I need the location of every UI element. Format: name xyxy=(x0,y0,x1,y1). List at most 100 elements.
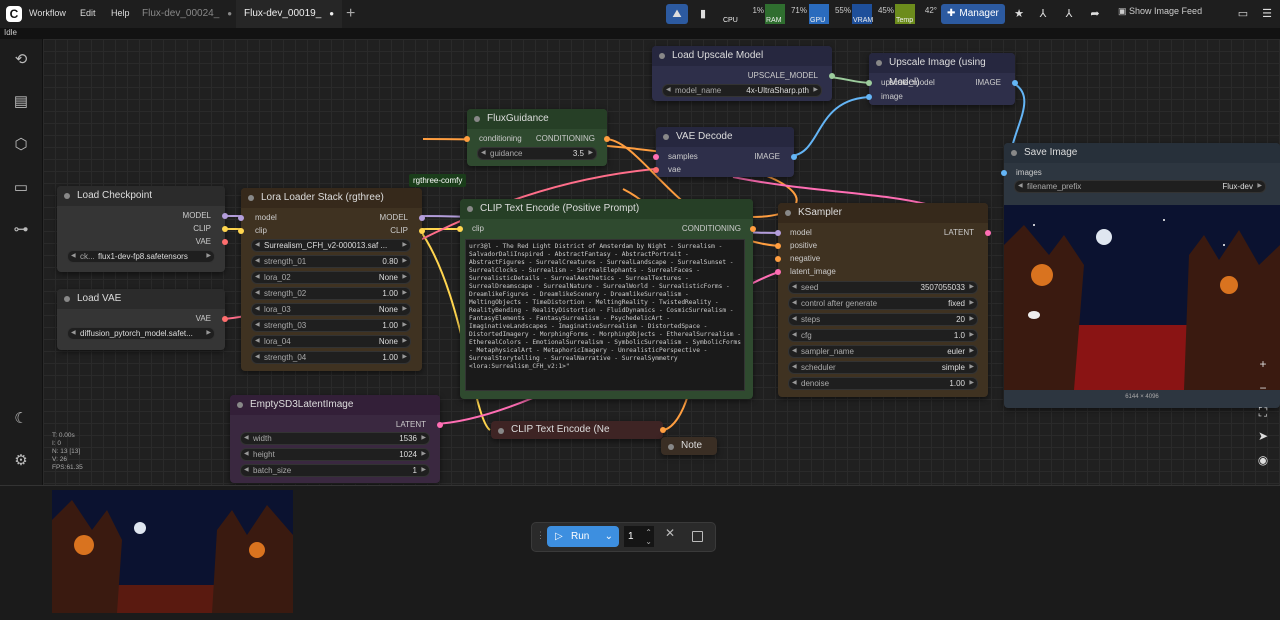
node-vae-decode[interactable]: VAE Decode samples vae IMAGE xyxy=(653,127,797,177)
input-samples-socket[interactable] xyxy=(653,154,659,160)
fit-view-icon[interactable]: ⛶ xyxy=(1251,400,1275,424)
input-images-socket[interactable] xyxy=(1001,170,1007,176)
input-upscale-model-socket[interactable] xyxy=(866,80,872,86)
node-load-upscale-model[interactable]: Load Upscale Model UPSCALE_MODEL model_n… xyxy=(652,46,835,101)
output-latent-socket[interactable] xyxy=(985,230,991,236)
share-icon[interactable]: ➦ xyxy=(1084,4,1106,24)
output-upscale-model-socket[interactable] xyxy=(829,73,835,79)
manager-button[interactable]: ✚ Manager xyxy=(941,4,1005,24)
output-model-socket[interactable] xyxy=(419,215,425,221)
menu-edit[interactable]: Edit xyxy=(80,8,96,18)
output-latent-socket[interactable] xyxy=(437,422,443,428)
node-upscale-image[interactable]: Upscale Image (using Model) upscale_mode… xyxy=(866,53,1018,105)
lora-04-widget[interactable]: lora_04 None xyxy=(251,335,411,348)
node-ksampler[interactable]: KSampler model positive negative latent_… xyxy=(775,203,991,397)
comfy-logo-icon[interactable]: C xyxy=(6,6,22,22)
new-tab-plus-icon[interactable]: + xyxy=(346,5,355,23)
input-negative-socket[interactable] xyxy=(775,256,781,262)
queue-icon[interactable]: ⛰ xyxy=(666,4,688,24)
steps-widget[interactable]: steps 20 xyxy=(788,313,978,326)
node-flux-guidance[interactable]: FluxGuidance conditioning CONDITIONING g… xyxy=(464,109,610,166)
settings-gear-icon[interactable]: ⚙ xyxy=(10,450,32,472)
lora-01-widget[interactable]: Surrealism_CFH_v2-000013.saf ... xyxy=(251,239,411,252)
output-image-socket[interactable] xyxy=(1012,80,1018,86)
ckpt-name-widget[interactable]: ck... flux1-dev-fp8.safetensors xyxy=(67,250,215,263)
prompt-textarea[interactable]: urr3@l - The Red Light District of Amste… xyxy=(465,239,745,391)
batch-count-input[interactable]: 1 ⌃ ⌄ xyxy=(624,526,654,547)
output-conditioning-socket[interactable] xyxy=(604,136,610,142)
tab-flux-dev-00024[interactable]: Flux-dev_00024_ ● xyxy=(134,0,240,28)
height-widget[interactable]: height 1024 xyxy=(240,448,430,461)
vae-name-widget[interactable]: diffusion_pytorch_model.safet... xyxy=(67,327,215,340)
strength-04-widget[interactable]: strength_04 1.00 xyxy=(251,351,411,364)
menu-icon[interactable]: ☰ xyxy=(1256,4,1278,24)
node-save-image[interactable]: Save Image images filename_prefix Flux-de… xyxy=(1001,143,1280,408)
model-library-icon[interactable]: ⬡ xyxy=(10,134,32,156)
history-icon[interactable]: ⟲ xyxy=(10,49,32,71)
input-conditioning-socket[interactable] xyxy=(464,136,470,142)
model-name-widget[interactable]: model_name 4x-UltraSharp.pth xyxy=(662,84,822,97)
node-note[interactable]: Note xyxy=(661,437,717,455)
tab-flux-dev-00019[interactable]: Flux-dev_00019_ ● xyxy=(236,0,343,30)
output-conditioning-socket[interactable] xyxy=(750,226,756,232)
output-vae-socket[interactable] xyxy=(222,239,228,245)
filename-prefix-widget[interactable]: filename_prefix Flux-dev xyxy=(1014,180,1266,193)
node-library-icon[interactable]: ⊶ xyxy=(10,219,32,241)
lora-03-widget[interactable]: lora_03 None xyxy=(251,303,411,316)
run-button[interactable]: ▷ Run ⌄ xyxy=(547,526,619,547)
menu-help[interactable]: Help xyxy=(111,8,130,18)
strength-03-widget[interactable]: strength_03 1.00 xyxy=(251,319,411,332)
seed-widget[interactable]: seed 3507055033 xyxy=(788,281,978,294)
input-clip-socket[interactable] xyxy=(238,228,244,234)
image-feed-thumbnail[interactable] xyxy=(52,490,293,613)
chevron-down-icon[interactable]: ⌄ xyxy=(605,526,613,547)
node-empty-sd3-latent-image[interactable]: EmptySD3LatentImage LATENT width 1536 hei… xyxy=(230,395,443,483)
output-image-socket[interactable] xyxy=(791,154,797,160)
show-image-feed-button[interactable]: ▣ Show Image Feed xyxy=(1118,6,1202,17)
menu-workflow[interactable]: Workflow xyxy=(29,8,66,18)
cancel-close-icon[interactable]: ✕ xyxy=(665,526,675,540)
model-icon[interactable]: ⅄ xyxy=(1032,4,1054,24)
input-model-socket[interactable] xyxy=(238,215,244,221)
input-clip-socket[interactable] xyxy=(457,226,463,232)
theme-moon-icon[interactable]: ☾ xyxy=(10,408,32,430)
stop-square-icon[interactable] xyxy=(692,531,703,542)
bookmark-icon[interactable]: ▮ xyxy=(692,4,714,24)
input-image-socket[interactable] xyxy=(866,94,872,100)
node-clip-text-encode-positive[interactable]: CLIP Text Encode (Positive Prompt) clip … xyxy=(457,199,756,399)
output-model-socket[interactable] xyxy=(222,213,228,219)
guidance-widget[interactable]: guidance 3.5 xyxy=(477,147,597,160)
output-clip-socket[interactable] xyxy=(222,226,228,232)
node-load-checkpoint[interactable]: Load Checkpoint MODEL CLIP VAE ck... flu… xyxy=(57,186,228,272)
strength-01-widget[interactable]: strength_01 0.80 xyxy=(251,255,411,268)
zoom-out-icon[interactable]: − xyxy=(1251,376,1275,400)
lora-02-widget[interactable]: lora_02 None xyxy=(251,271,411,284)
output-clip-socket[interactable] xyxy=(419,228,425,234)
node-load-vae[interactable]: Load VAE VAE diffusion_pytorch_model.saf… xyxy=(57,289,228,350)
sampler-name-widget[interactable]: sampler_name euler xyxy=(788,345,978,358)
scheduler-widget[interactable]: scheduler simple xyxy=(788,361,978,374)
input-positive-socket[interactable] xyxy=(775,243,781,249)
input-latent-image-socket[interactable] xyxy=(775,269,781,275)
input-vae-socket[interactable] xyxy=(653,167,659,173)
queue-list-icon[interactable]: ▤ xyxy=(10,91,32,113)
star-icon[interactable]: ★ xyxy=(1008,4,1030,24)
pointer-mode-icon[interactable]: ➤ xyxy=(1251,424,1275,448)
input-model-socket[interactable] xyxy=(775,230,781,236)
cfg-widget[interactable]: cfg 1.0 xyxy=(788,329,978,342)
decrement-icon[interactable]: ⌄ xyxy=(645,531,652,552)
node-icon[interactable]: ⅄ xyxy=(1058,4,1080,24)
graph-canvas[interactable]: Load Checkpoint MODEL CLIP VAE ck... flu… xyxy=(43,39,1280,485)
width-widget[interactable]: width 1536 xyxy=(240,432,430,445)
workflows-folder-icon[interactable]: ▭ xyxy=(10,177,32,199)
strength-02-widget[interactable]: strength_02 1.00 xyxy=(251,287,411,300)
output-vae-socket[interactable] xyxy=(222,316,228,322)
control-after-generate-widget[interactable]: control after generate fixed xyxy=(788,297,978,310)
batch-size-widget[interactable]: batch_size 1 xyxy=(240,464,430,477)
panel-icon[interactable]: ▭ xyxy=(1232,4,1254,24)
node-clip-text-encode-negative[interactable]: CLIP Text Encode (Ne xyxy=(491,421,666,439)
toggle-links-eye-icon[interactable]: ◉ xyxy=(1251,448,1275,472)
node-lora-loader-stack[interactable]: Lora Loader Stack (rgthree) model clip M… xyxy=(238,188,425,371)
denoise-widget[interactable]: denoise 1.00 xyxy=(788,377,978,390)
drag-handle-icon[interactable]: ⋮ xyxy=(536,530,545,541)
